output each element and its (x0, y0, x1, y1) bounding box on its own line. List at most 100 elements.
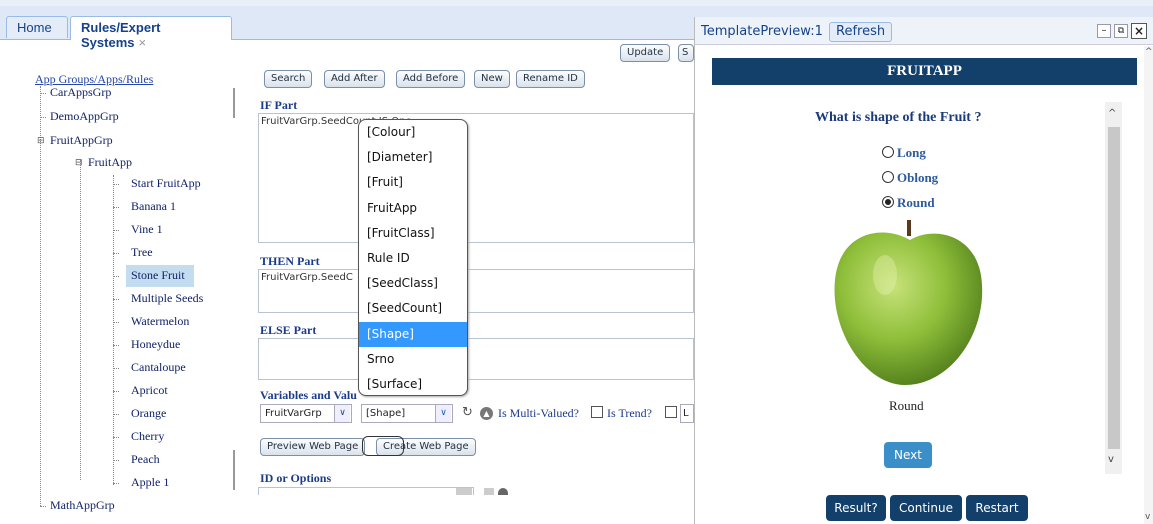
else-part-label: ELSE Part (260, 323, 317, 337)
chevron-down-icon[interactable]: ∨ (334, 405, 350, 422)
question-text: What is shape of the Fruit ? (815, 110, 982, 125)
tree-rule-item[interactable]: Cherry (131, 429, 164, 444)
is-trend-checkbox[interactable] (665, 406, 677, 418)
tree-rule-item[interactable]: Banana 1 (131, 199, 176, 214)
restart-button[interactable]: Restart (966, 495, 1028, 521)
option-round-label: Round (897, 195, 935, 210)
preview-header: TemplatePreview:1 Refresh – ⧉ × (695, 17, 1153, 45)
tree-rule-item[interactable]: Vine 1 (131, 222, 163, 237)
collapse-icon[interactable]: ⊟ (75, 158, 83, 168)
template-preview-panel: TemplatePreview:1 Refresh – ⧉ × ^ v FRUI… (694, 17, 1153, 524)
chevron-up-icon[interactable]: ▲ (480, 407, 493, 420)
list-item[interactable]: [Diameter] (359, 145, 467, 170)
then-part-textarea[interactable]: FruitVarGrp.SeedC (258, 269, 694, 313)
outer-scrollbar[interactable] (1144, 46, 1153, 524)
id-options-add[interactable] (484, 488, 494, 495)
list-item[interactable]: [SeedCount] (359, 296, 467, 321)
option-oblong[interactable]: Oblong (882, 170, 938, 186)
next-button[interactable]: Next (884, 442, 932, 468)
search-button[interactable]: Search (264, 70, 313, 88)
tree-rule-item[interactable]: Tree (131, 245, 153, 260)
tree-group-fruitappgrp[interactable]: FruitAppGrp (50, 133, 113, 148)
variable-dropdown-list[interactable]: [Colour] [Diameter] [Fruit] FruitApp [Fr… (358, 119, 468, 396)
list-item[interactable]: Rule ID (359, 246, 467, 271)
id-options-up[interactable] (498, 488, 508, 495)
add-after-button[interactable]: Add After (324, 70, 385, 88)
tree-group-mathappgrp[interactable]: MathAppGrp (50, 498, 115, 513)
close-icon[interactable]: × (138, 35, 146, 50)
list-item[interactable]: [Surface] (359, 372, 467, 395)
variables-label: Variables and Valu (260, 388, 357, 402)
tree-group-carappsgrp[interactable]: CarAppsGrp (50, 85, 111, 100)
focus-outline (362, 436, 404, 456)
tab-home-label: Home (17, 20, 52, 35)
refresh-button[interactable]: Refresh (829, 22, 893, 42)
scroll-up-icon[interactable]: ^ (1145, 47, 1153, 57)
tree-rule-item[interactable]: Watermelon (131, 314, 189, 329)
popout-icon[interactable]: ⧉ (1114, 24, 1128, 38)
new-button[interactable]: New (474, 70, 510, 88)
preview-title: TemplatePreview:1 (701, 24, 823, 39)
list-item[interactable]: [SeedClass] (359, 271, 467, 296)
radio-long[interactable] (882, 146, 894, 158)
variable-value-text: [Shape] (366, 408, 406, 419)
list-item[interactable]: [Fruit] (359, 170, 467, 195)
if-part-textarea[interactable]: FruitVarGrp.SeedCount IS One (258, 113, 694, 243)
scroll-down-icon[interactable]: v (1145, 512, 1150, 522)
scroll-up-icon[interactable]: ^ (1108, 108, 1116, 119)
inner-scrollbar-thumb[interactable] (1108, 127, 1120, 449)
tree-rule-item[interactable]: Apricot (131, 383, 168, 398)
radio-oblong[interactable] (882, 171, 894, 183)
is-trend-label: Is Trend? (607, 406, 653, 420)
multi-valued-label: Is Multi-Valued? (498, 406, 579, 420)
tree-rule-item[interactable]: Orange (131, 406, 166, 421)
multi-valued-checkbox[interactable] (591, 406, 603, 418)
tab-rules[interactable]: Rules/Expert Systems × (70, 16, 232, 50)
tab-home[interactable]: Home (6, 16, 68, 38)
if-part-label: IF Part (260, 98, 298, 112)
else-part-textarea[interactable] (258, 338, 694, 380)
option-long-label: Long (897, 145, 926, 160)
chevron-down-icon[interactable]: ∨ (435, 405, 451, 422)
trailing-field-text: L (683, 408, 689, 419)
update-button[interactable]: Update (620, 44, 671, 62)
id-options-label: ID or Options (260, 471, 332, 485)
second-button[interactable]: S (678, 44, 694, 62)
tree-rule-item[interactable]: Start FruitApp (131, 176, 201, 191)
tree-rule-item[interactable]: Peach (131, 452, 160, 467)
continue-button[interactable]: Continue (890, 495, 962, 521)
app-title-bar: FRUITAPP (712, 58, 1137, 85)
rename-id-button[interactable]: Rename ID (516, 70, 585, 88)
minimize-icon[interactable]: – (1097, 24, 1111, 38)
tree-rule-item[interactable]: Multiple Seeds (131, 291, 203, 306)
trailing-field[interactable]: L (680, 404, 694, 423)
variable-group-value: FruitVarGrp (265, 408, 322, 419)
list-item-selected[interactable]: [Shape] (359, 321, 467, 347)
list-item[interactable]: [FruitClass] (359, 221, 467, 246)
id-options-field[interactable] (258, 487, 474, 495)
tree-group-demoappgrp[interactable]: DemoAppGrp (50, 109, 119, 124)
tab-rules-label: Rules/Expert Systems (81, 20, 161, 50)
then-part-text: FruitVarGrp.SeedC (261, 272, 353, 283)
apple-image (834, 220, 983, 385)
list-item[interactable]: [Colour] (359, 120, 467, 145)
tree-rule-item-selected[interactable]: Stone Fruit (131, 268, 185, 283)
result-button[interactable]: Result? (826, 495, 886, 521)
close-icon[interactable]: × (1131, 23, 1147, 39)
collapse-icon[interactable]: ⊟ (37, 136, 45, 146)
option-long[interactable]: Long (882, 145, 926, 161)
add-before-button[interactable]: Add Before (396, 70, 466, 88)
list-item[interactable]: Srno (359, 347, 467, 372)
refresh-icon[interactable]: ↻ (462, 405, 473, 420)
scroll-down-icon[interactable]: v (1108, 454, 1114, 465)
option-round[interactable]: Round (882, 195, 935, 211)
tree-rule-item[interactable]: Cantaloupe (131, 360, 186, 375)
tree-app-fruitapp[interactable]: FruitApp (88, 155, 132, 170)
then-part-label: THEN Part (260, 254, 320, 268)
tree-rule-item[interactable]: Honeydue (131, 337, 180, 352)
id-options-button[interactable] (456, 488, 472, 495)
preview-web-page-button[interactable]: Preview Web Page (260, 438, 366, 456)
list-item[interactable]: FruitApp (359, 196, 467, 221)
radio-round[interactable] (882, 196, 894, 208)
tree-rule-item[interactable]: Apple 1 (131, 475, 169, 490)
